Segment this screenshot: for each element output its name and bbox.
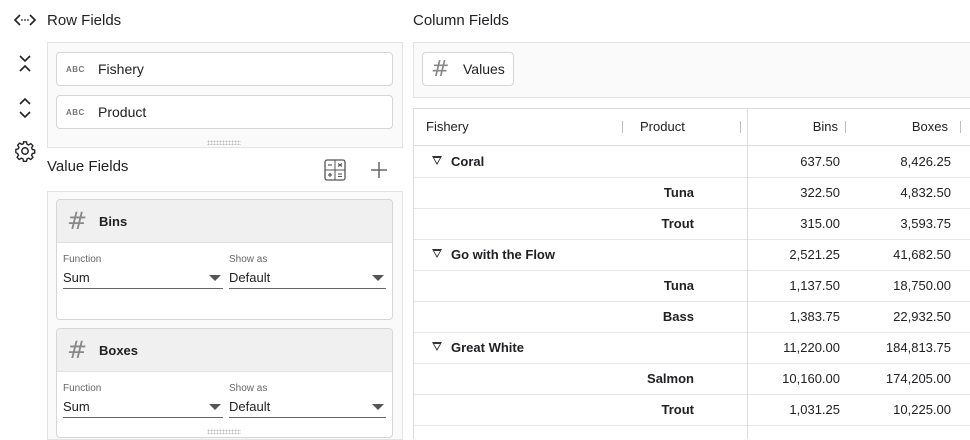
- value-field-boxes[interactable]: # Boxes Function Sum Show as Default: [56, 328, 393, 438]
- fishery-cell: Coral: [451, 154, 485, 169]
- number-type-icon: #: [431, 56, 450, 82]
- column-field-values[interactable]: # Values: [422, 52, 514, 86]
- header-bins[interactable]: Bins: [748, 109, 838, 145]
- boxes-cell: 22,932.50: [893, 309, 951, 324]
- collapse-vertical-icon[interactable]: [18, 54, 32, 77]
- collapse-triangle-icon[interactable]: [432, 156, 442, 165]
- row-header-divider: [747, 109, 748, 439]
- product-cell: Tuna: [663, 185, 694, 200]
- table-row[interactable]: Salmon 10,160.00 174,205.00: [414, 363, 970, 395]
- boxes-cell: 4,832.50: [900, 185, 951, 200]
- row-field-label: Fishery: [98, 61, 144, 77]
- bins-cell: 1,031.25: [789, 402, 840, 417]
- value-field-bins[interactable]: # Bins Function Sum Show as Default: [56, 199, 393, 320]
- fishery-cell: Go with the Flow: [451, 247, 555, 262]
- header-fishery[interactable]: Fishery: [426, 109, 469, 145]
- text-type-icon: ABC: [66, 107, 85, 117]
- collapse-triangle-icon[interactable]: [432, 249, 442, 258]
- bins-cell: 11,220.00: [783, 340, 840, 355]
- collapse-triangle-icon[interactable]: [432, 342, 442, 351]
- product-cell: Trout: [661, 402, 695, 417]
- function-label: Function: [63, 254, 102, 265]
- function-value: Sum: [63, 399, 90, 414]
- function-label: Function: [63, 383, 102, 394]
- function-value: Sum: [63, 270, 90, 285]
- value-field-header[interactable]: # Bins: [57, 200, 392, 243]
- text-type-icon: ABC: [66, 64, 85, 74]
- product-cell: Tuna: [663, 278, 694, 293]
- number-type-icon: #: [67, 336, 88, 364]
- function-select[interactable]: Sum: [63, 399, 223, 418]
- pivot-grid: Fishery Product Bins Boxes Coral 637.50 8,…: [413, 108, 970, 439]
- column-divider[interactable]: [740, 121, 741, 133]
- row-field-label: Product: [98, 104, 147, 120]
- product-cell: Bass: [662, 309, 694, 324]
- row-fields-title: Row Fields: [47, 12, 122, 29]
- column-divider[interactable]: [622, 121, 623, 133]
- row-field-fishery[interactable]: ABC Fishery: [56, 52, 393, 86]
- bins-cell: 315.00: [800, 216, 840, 231]
- swap-horizontal-icon[interactable]: [13, 12, 37, 31]
- boxes-cell: 8,426.25: [900, 154, 951, 169]
- show-as-label: Show as: [229, 254, 268, 265]
- chevron-down-icon: [372, 404, 384, 410]
- fishery-cell: Great White: [451, 340, 524, 355]
- gear-icon[interactable]: [14, 140, 36, 165]
- bins-cell: 637.50: [800, 154, 840, 169]
- boxes-cell: 10,225.00: [893, 402, 951, 417]
- value-field-header[interactable]: # Boxes: [57, 329, 392, 372]
- bins-cell: 1,137.50: [789, 278, 840, 293]
- bins-cell: 2,521.25: [789, 247, 840, 262]
- column-divider[interactable]: [845, 121, 846, 133]
- table-row[interactable]: Tuna 1,137.50 18,750.00: [414, 270, 970, 302]
- group-row[interactable]: Coral 637.50 8,426.25: [414, 146, 970, 178]
- group-row[interactable]: Great White 11,220.00 184,813.75: [414, 332, 970, 364]
- boxes-cell: 3,593.75: [900, 216, 951, 231]
- chevron-down-icon: [209, 404, 221, 410]
- table-row[interactable]: Trout 315.00 3,593.75: [414, 208, 970, 240]
- boxes-cell: 18,750.00: [893, 278, 951, 293]
- show-as-label: Show as: [229, 383, 268, 394]
- value-fields-title: Value Fields: [47, 158, 129, 175]
- boxes-cell: 184,813.75: [885, 340, 951, 355]
- table-row[interactable]: Tuna 322.50 4,832.50: [414, 177, 970, 209]
- chevron-down-icon: [209, 275, 221, 281]
- bins-cell: 1,383.75: [789, 309, 840, 324]
- header-product[interactable]: Product: [640, 109, 685, 145]
- product-cell: Salmon: [647, 371, 694, 386]
- row-field-product[interactable]: ABC Product: [56, 95, 393, 129]
- column-fields-title: Column Fields: [413, 12, 509, 29]
- chevron-down-icon: [372, 275, 384, 281]
- expand-vertical-icon[interactable]: [18, 97, 32, 122]
- bins-cell: 10,160.00: [782, 371, 840, 386]
- boxes-cell: 41,682.50: [893, 247, 951, 262]
- table-row[interactable]: Trout 1,031.25 10,225.00: [414, 394, 970, 426]
- value-field-name: Boxes: [99, 342, 139, 358]
- column-divider[interactable]: [960, 121, 961, 133]
- show-as-select[interactable]: Default: [229, 270, 386, 289]
- row-fields-resize-handle[interactable]: [207, 140, 241, 145]
- bins-cell: 322.50: [800, 185, 840, 200]
- product-cell: Trout: [661, 216, 695, 231]
- grid-header: Fishery Product Bins Boxes: [414, 109, 970, 146]
- header-boxes[interactable]: Boxes: [854, 109, 948, 145]
- boxes-cell: 174,205.00: [885, 371, 951, 386]
- function-select[interactable]: Sum: [63, 270, 223, 289]
- show-as-select[interactable]: Default: [229, 399, 386, 418]
- value-fields-resize-handle[interactable]: [207, 429, 241, 434]
- calculator-icon[interactable]: [324, 159, 346, 184]
- column-field-label: Values: [463, 61, 505, 77]
- value-field-name: Bins: [99, 213, 128, 229]
- show-as-value: Default: [229, 270, 271, 285]
- number-type-icon: #: [67, 207, 88, 235]
- table-row[interactable]: Bass 1,383.75 22,932.50: [414, 301, 970, 333]
- show-as-value: Default: [229, 399, 271, 414]
- plus-icon[interactable]: [370, 161, 388, 182]
- group-row[interactable]: Go with the Flow 2,521.25 41,682.50: [414, 239, 970, 271]
